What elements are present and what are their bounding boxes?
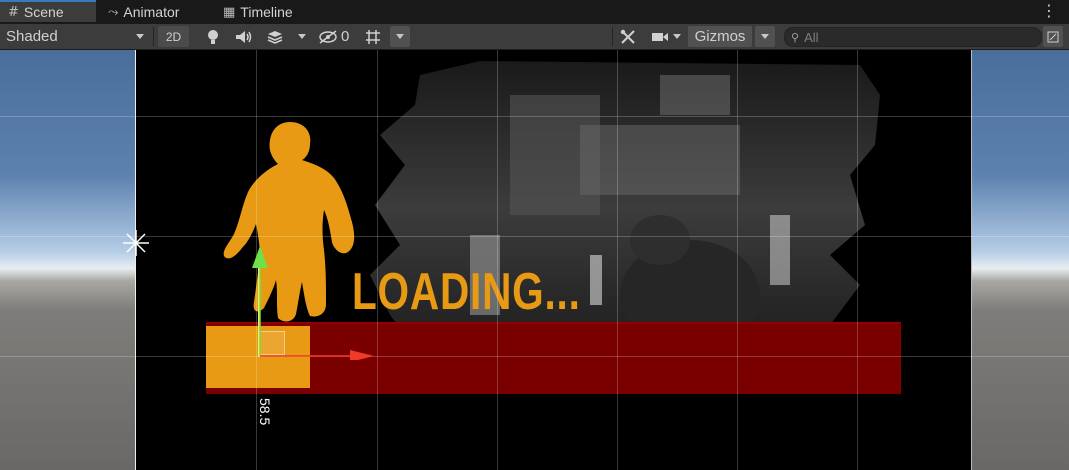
- maximize-button[interactable]: [1043, 26, 1063, 47]
- effects-dropdown[interactable]: [292, 26, 312, 47]
- window-tab-bar: # Scene ⤳ Animator ▦ Timeline ⋮: [0, 0, 1069, 24]
- tools-icon: [620, 29, 635, 44]
- canvas-left-edge: [135, 50, 136, 470]
- scene-viewport[interactable]: LOADING... 58.5: [0, 50, 1069, 470]
- effects-toggle[interactable]: [262, 26, 288, 47]
- tab-timeline[interactable]: ▦ Timeline: [223, 0, 293, 24]
- tab-scene-label: Scene: [23, 4, 64, 20]
- chevron-down-icon: [136, 34, 144, 39]
- loading-text: LOADING...: [352, 263, 581, 321]
- grid-snap-toggle[interactable]: [360, 26, 386, 47]
- lightbulb-icon: [208, 29, 218, 44]
- y-axis-arrow-icon: [252, 246, 268, 268]
- grid-line: [497, 50, 498, 470]
- gizmos-label: Gizmos: [694, 28, 746, 45]
- canvas-right-edge: [971, 50, 972, 470]
- tab-scene[interactable]: # Scene: [0, 0, 96, 22]
- pivot-icon: [123, 230, 149, 256]
- grid-line: [0, 356, 1069, 357]
- hidden-objects-toggle[interactable]: 0: [318, 26, 356, 47]
- grid-line: [617, 50, 618, 470]
- grid-dropdown[interactable]: [390, 26, 410, 47]
- shading-mode-label: Shaded: [6, 28, 58, 45]
- chevron-down-icon: [673, 34, 681, 39]
- more-options-icon[interactable]: ⋮: [1041, 3, 1057, 19]
- grid-icon: #: [8, 4, 19, 20]
- gizmo-value-label: 58.5: [257, 398, 273, 426]
- gizmos-button[interactable]: Gizmos: [688, 26, 752, 47]
- tools-button[interactable]: [616, 26, 640, 47]
- grid-snap-icon: [366, 29, 380, 44]
- toggle-2d-label: 2D: [165, 29, 182, 44]
- tab-animator-label: Animator: [123, 4, 180, 20]
- layers-icon: [267, 30, 283, 44]
- search-icon: ⚲: [791, 30, 800, 44]
- maximize-icon: [1047, 31, 1059, 42]
- tab-timeline-label: Timeline: [240, 4, 293, 20]
- lighting-toggle[interactable]: [200, 26, 226, 47]
- grid-line: [857, 50, 858, 470]
- tab-animator[interactable]: ⤳ Animator: [108, 0, 179, 24]
- search-input[interactable]: ⚲ All: [784, 27, 1042, 47]
- camera-settings-button[interactable]: [646, 26, 686, 47]
- move-gizmo[interactable]: [240, 240, 380, 360]
- animator-icon: ⤳: [108, 4, 119, 20]
- grid-line: [0, 116, 1069, 117]
- shading-mode-dropdown[interactable]: Shaded: [0, 26, 150, 47]
- camera-icon: [652, 32, 668, 41]
- timeline-icon: ▦: [223, 4, 236, 20]
- x-axis-arrow-icon: [350, 350, 374, 360]
- chevron-down-icon: [761, 34, 769, 39]
- divider: [612, 27, 613, 46]
- scene-toolbar: Shaded 2D 0 Gizmos ⚲ All: [0, 24, 1069, 50]
- gizmos-dropdown[interactable]: [755, 26, 775, 47]
- speaker-icon: [236, 30, 252, 43]
- grid-line: [0, 236, 1069, 237]
- grid-line: [737, 50, 738, 470]
- toggle-2d-button[interactable]: 2D: [158, 26, 189, 47]
- eye-slash-icon: [319, 29, 337, 44]
- chevron-down-icon: [298, 34, 306, 39]
- audio-toggle[interactable]: [230, 26, 258, 47]
- chevron-down-icon: [396, 34, 404, 39]
- hidden-count: 0: [341, 28, 350, 45]
- search-placeholder: All: [804, 29, 819, 45]
- divider: [153, 27, 154, 46]
